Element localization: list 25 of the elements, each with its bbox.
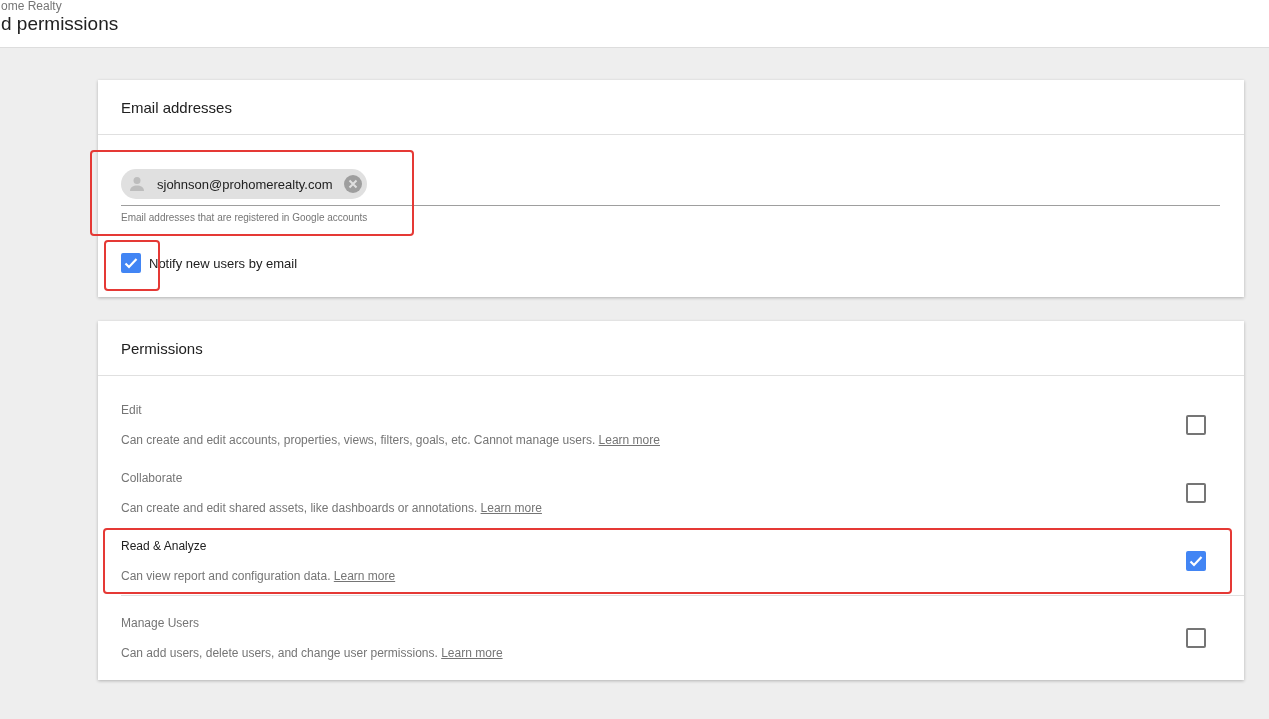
permission-name: Manage Users — [121, 616, 201, 630]
checkbox[interactable] — [1186, 628, 1206, 648]
learn-more-link[interactable]: Learn more — [333, 569, 396, 583]
checkbox[interactable] — [1186, 415, 1206, 435]
chip-label: sjohnson@prohomerealty.com — [157, 176, 333, 192]
permission-description: Can add users, delete users, and change user permissions. Learn more — [121, 646, 504, 660]
permission-description: Can create and edit shared assets, like dashboards or annotations. Learn more — [121, 501, 543, 515]
page-title: d permissions — [1, 13, 120, 36]
permission-name: Collaborate — [121, 471, 184, 485]
checkbox[interactable] — [1186, 483, 1206, 503]
field-hint: Email addresses that are registered in Google accounts — [121, 212, 369, 223]
card-title: Permissions — [98, 321, 1244, 376]
permission-description: Can view report and configuration data. Learn more — [121, 569, 397, 583]
permission-name: Read & Analyze — [121, 539, 208, 553]
permission-name: Edit — [121, 403, 143, 417]
breadcrumb[interactable]: ome Realty — [1, 0, 1269, 12]
learn-more-link[interactable]: Learn more — [480, 501, 542, 515]
checkbox[interactable] — [1186, 551, 1206, 571]
email-input-field[interactable]: sjohnson@prohomerealty.com — [121, 169, 1220, 206]
card-title: Email addresses — [98, 80, 1244, 135]
permission-description: Can create and edit accounts, properties, views, filters, goals, etc. Cannot manage users. Learn more — [121, 433, 661, 447]
learn-more-link[interactable]: Learn more — [598, 433, 660, 447]
person-icon — [127, 174, 147, 194]
learn-more-link[interactable]: Learn more — [441, 646, 503, 660]
checkbox[interactable] — [121, 253, 141, 273]
